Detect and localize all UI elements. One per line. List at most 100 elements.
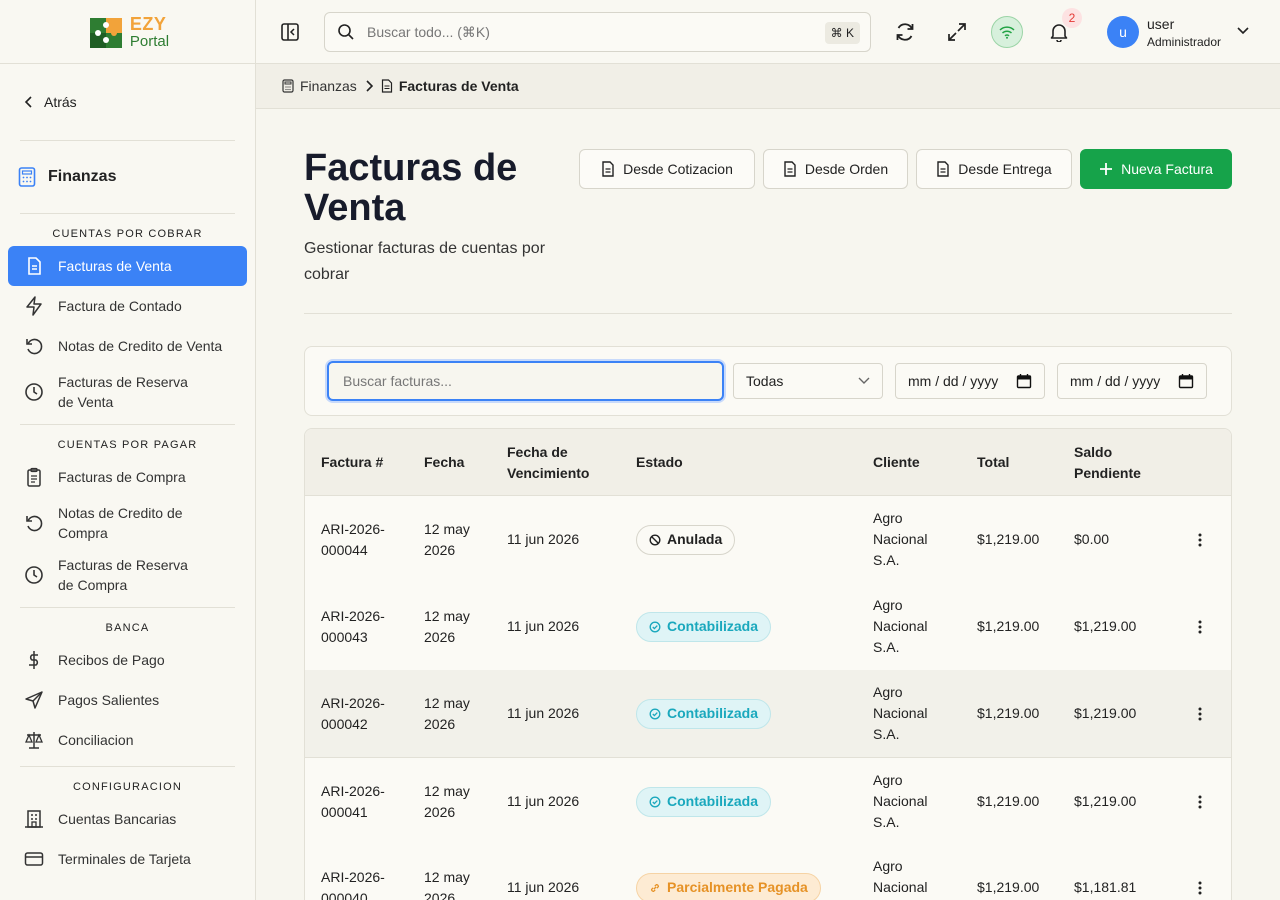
invoice-number[interactable]: ARI-2026-000042	[321, 670, 401, 757]
invoice-balance: $1,219.00	[1074, 705, 1137, 721]
connection-status-button[interactable]	[991, 16, 1023, 48]
table-row[interactable]: ARI-2026-000042 12 may 2026 11 jun 2026 …	[305, 670, 1231, 757]
sidebar-item-card-terminals[interactable]: Terminales de Tarjeta	[8, 839, 247, 879]
search-icon	[338, 24, 354, 40]
from-quote-button[interactable]: Desde Cotizacion	[579, 149, 755, 189]
sidebar-item-label: Factura de Contado	[58, 298, 182, 314]
user-menu-button[interactable]	[1237, 27, 1249, 35]
invoice-due-date: 11 jun 2026	[507, 618, 580, 634]
invoice-date: 12 may 2026	[424, 607, 470, 645]
invoice-search-input[interactable]: Buscar facturas...	[327, 361, 724, 401]
invoice-number[interactable]: ARI-2026-000041	[321, 758, 401, 845]
new-invoice-button[interactable]: Nueva Factura	[1080, 149, 1232, 189]
invoice-date: 12 may 2026	[424, 520, 470, 558]
sidebar-toggle-icon	[281, 23, 299, 41]
sidebar-item-sales-credit-notes[interactable]: Notas de Credito de Venta	[8, 326, 247, 366]
scale-icon	[25, 732, 43, 749]
column-header-balance[interactable]: Saldo Pendiente	[1074, 429, 1154, 496]
global-search-placeholder: Buscar todo... (⌘K)	[367, 23, 490, 40]
more-vertical-icon[interactable]	[1198, 794, 1202, 810]
link-icon	[650, 883, 660, 892]
breadcrumb-current-label: Facturas de Venta	[398, 78, 519, 94]
topbar: Buscar todo... (⌘K) ⌘ K 2 u user Adminis…	[256, 0, 1280, 64]
from-delivery-button[interactable]: Desde Entrega	[916, 149, 1072, 189]
invoice-balance: $1,219.00	[1074, 618, 1137, 634]
calculator-icon	[282, 79, 294, 93]
dollar-icon	[29, 651, 39, 669]
invoice-total: $1,219.00	[977, 618, 1040, 634]
module-label: Finanzas	[48, 168, 117, 185]
table-row[interactable]: ARI-2026-000044 12 may 2026 11 jun 2026 …	[305, 496, 1231, 583]
sidebar-item-purchase-reserve-invoices[interactable]: Facturas de Reserva de Compra	[8, 549, 247, 601]
sidebar-item-label: Facturas de Reserva de Compra	[58, 557, 188, 593]
date-to-input[interactable]: mm / dd / yyyy	[1057, 363, 1207, 399]
invoice-number[interactable]: ARI-2026-000043	[321, 583, 401, 670]
fullscreen-button[interactable]	[947, 22, 967, 42]
group-title-config: CONFIGURACION	[72, 781, 183, 793]
sidebar-item-purchase-invoices[interactable]: Facturas de Compra	[8, 457, 247, 497]
sidebar-item-payment-receipts[interactable]: Recibos de Pago	[8, 640, 247, 680]
status-cell: Contabilizada	[636, 670, 772, 757]
refresh-button[interactable]	[894, 21, 916, 43]
invoice-date: 12 may 2026	[424, 782, 470, 820]
puzzle-logo-icon	[89, 17, 122, 48]
more-vertical-icon[interactable]	[1198, 532, 1202, 548]
column-header-client[interactable]: Cliente	[873, 429, 920, 496]
table-row[interactable]: ARI-2026-000041 12 may 2026 11 jun 2026 …	[305, 757, 1231, 844]
brand-name-top: EZY	[129, 13, 167, 34]
check-circle-icon	[649, 621, 661, 632]
avatar[interactable]: u	[1107, 16, 1139, 48]
sidebar-item-bank-accounts[interactable]: Cuentas Bancarias	[8, 799, 247, 839]
invoices-table: Factura # Fecha Fecha de Vencimiento Est…	[304, 428, 1232, 900]
filter-bar: Buscar facturas... Todas mm / dd / yyyy …	[304, 346, 1232, 416]
brand-logo[interactable]: EZY Portal	[86, 12, 169, 52]
sidebar-item-purchase-credit-notes[interactable]: Notas de Credito de Compra	[8, 497, 247, 549]
table-row[interactable]: ARI-2026-000043 12 may 2026 11 jun 2026 …	[305, 583, 1231, 670]
file-text-icon	[381, 79, 392, 93]
rotate-ccw-icon	[26, 338, 43, 355]
status-label: Contabilizada	[667, 793, 759, 809]
credit-card-icon	[24, 852, 44, 866]
more-vertical-icon[interactable]	[1198, 619, 1202, 635]
column-header-due-date[interactable]: Fecha de Vencimiento	[507, 429, 607, 496]
back-link[interactable]: Atrás	[0, 64, 255, 140]
date-from-input[interactable]: mm / dd / yyyy	[895, 363, 1045, 399]
chevron-left-icon	[24, 96, 32, 108]
column-header-status[interactable]: Estado	[636, 429, 683, 496]
expand-icon	[948, 23, 966, 41]
breadcrumb-current: Facturas de Venta	[381, 78, 519, 94]
sidebar-item-reconciliation[interactable]: Conciliacion	[8, 720, 247, 760]
from-order-button[interactable]: Desde Orden	[763, 149, 908, 189]
bank-icon	[25, 810, 43, 828]
invoice-total: $1,219.00	[977, 531, 1040, 547]
sidebar-item-sales-reserve-invoices[interactable]: Facturas de Reserva de Venta	[8, 366, 247, 418]
sidebar-item-label: Facturas de Compra	[58, 469, 186, 485]
column-header-total[interactable]: Total	[977, 429, 1009, 496]
toggle-sidebar-button[interactable]	[280, 22, 300, 42]
sidebar-item-label: Conciliacion	[58, 732, 134, 748]
invoice-number[interactable]: ARI-2026-000044	[321, 496, 401, 583]
shortcut-hint: ⌘ K	[824, 22, 860, 44]
column-header-number[interactable]: Factura #	[321, 429, 383, 496]
clock-icon	[25, 383, 43, 401]
invoice-balance: $1,219.00	[1074, 793, 1137, 809]
status-cell: Anulada	[636, 496, 736, 583]
column-header-date[interactable]: Fecha	[424, 429, 464, 496]
sidebar-item-outgoing-payments[interactable]: Pagos Salientes	[8, 680, 247, 720]
more-vertical-icon[interactable]	[1198, 880, 1202, 896]
status-filter-select[interactable]: Todas	[733, 363, 883, 399]
sidebar-item-cash-invoice[interactable]: Factura de Contado	[8, 286, 247, 326]
breadcrumb: Finanzas Facturas de Venta	[256, 64, 1280, 109]
status-cell: Parcialmente Pagada	[636, 844, 821, 900]
check-circle-icon	[649, 796, 661, 807]
table-row[interactable]: ARI-2026-000040 12 may 2026 11 jun 2026 …	[305, 844, 1231, 900]
global-search-input[interactable]: Buscar todo... (⌘K) ⌘ K	[324, 12, 871, 52]
invoice-date: 12 may 2026	[424, 868, 470, 900]
sidebar-item-sales-invoices[interactable]: Facturas de Venta	[8, 246, 247, 286]
calculator-icon	[18, 167, 36, 187]
breadcrumb-parent[interactable]: Finanzas	[282, 78, 357, 94]
more-vertical-icon[interactable]	[1198, 706, 1202, 722]
invoice-number[interactable]: ARI-2026-000040	[321, 844, 401, 900]
invoice-date: 12 may 2026	[424, 694, 470, 732]
user-name[interactable]: user	[1147, 16, 1174, 32]
